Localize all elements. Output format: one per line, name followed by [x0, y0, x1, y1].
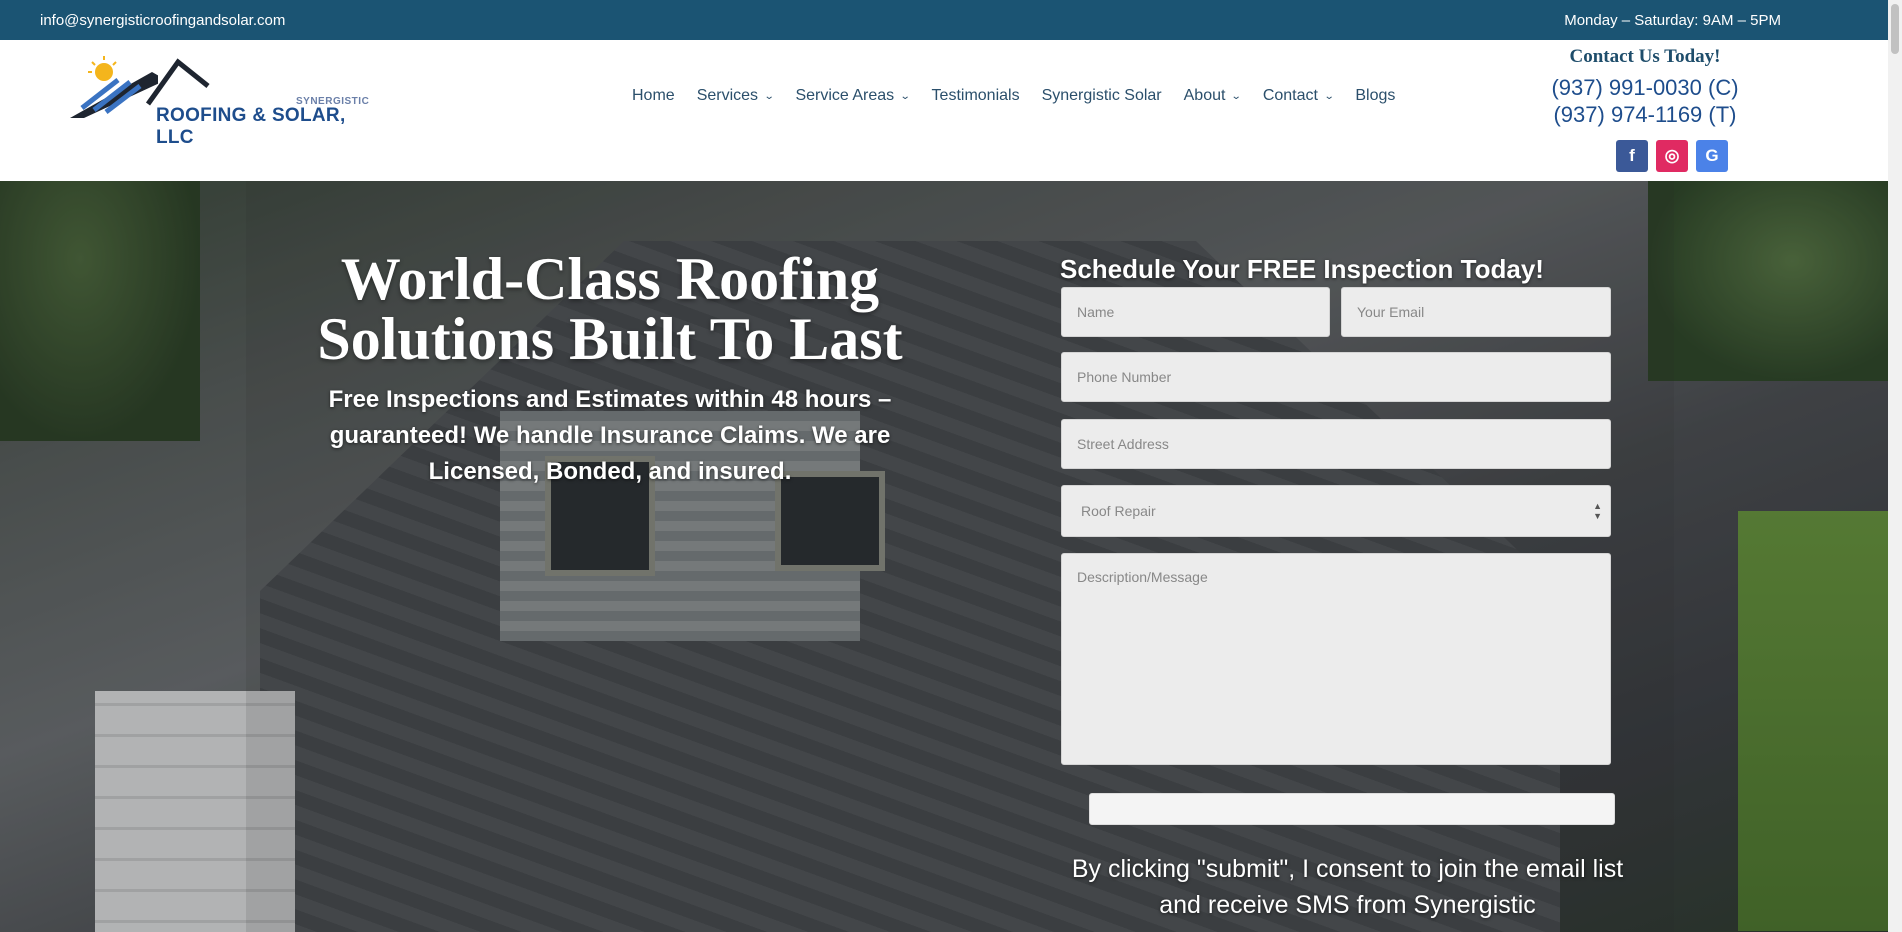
service-select[interactable]: Roof Repair ▲ ▼ [1061, 485, 1611, 537]
site-header: SYNERGISTIC ROOFING & SOLAR, LLC Home Se… [0, 40, 1888, 181]
nav-label: Synergistic Solar [1041, 87, 1162, 104]
nav-label: Home [632, 87, 675, 104]
nav-blogs[interactable]: Blogs [1355, 87, 1395, 105]
instagram-icon[interactable]: ◎ [1656, 140, 1688, 172]
nav-label: Blogs [1355, 87, 1396, 104]
select-arrows-icon: ▲ ▼ [1593, 501, 1602, 521]
street-address-input[interactable]: Street Address [1061, 419, 1611, 469]
business-hours: Monday – Saturday: 9AM – 5PM [1564, 12, 1781, 29]
main-nav: Home Services ⌄ Service Areas ⌄ Testimonia… [632, 87, 1417, 105]
email-input[interactable]: Your Email [1341, 287, 1611, 337]
facebook-icon[interactable]: f [1616, 140, 1648, 172]
nav-service-areas[interactable]: Service Areas ⌄ [795, 87, 911, 105]
phone-input[interactable]: Phone Number [1061, 352, 1611, 402]
header-contact: Contact Us Today! (937) 991-0030 (C) (93… [1530, 44, 1760, 128]
nav-synergistic-solar[interactable]: Synergistic Solar [1042, 87, 1162, 105]
nav-contact[interactable]: Contact ⌄ [1262, 87, 1335, 105]
hero-section: World-Class Roofing Solutions Built To L… [0, 181, 1888, 932]
chevron-down-icon: ⌄ [899, 90, 911, 102]
social-links: f ◎ G [1616, 140, 1728, 172]
google-icon[interactable]: G [1696, 140, 1728, 172]
top-bar: info@synergisticroofingandsolar.com Mond… [0, 0, 1888, 40]
form-title: Schedule Your FREE Inspection Today! [1060, 254, 1544, 284]
logo-roofline [145, 58, 210, 106]
nav-about[interactable]: About ⌄ [1183, 87, 1243, 105]
chevron-down-icon: ⌄ [1231, 90, 1243, 102]
nav-home[interactable]: Home [632, 87, 675, 105]
nav-label: About [1183, 87, 1226, 104]
nav-label: Contact [1262, 87, 1318, 104]
message-textarea[interactable]: Description/Message [1061, 553, 1611, 765]
chevron-down-icon: ⌄ [1323, 90, 1335, 102]
hero-subheadline: Free Inspections and Estimates within 48… [328, 386, 892, 485]
hero-headline: World-Class Roofing Solutions Built To L… [317, 246, 903, 372]
page-scrollbar[interactable] [1888, 0, 1902, 932]
logo-title: ROOFING & SOLAR, LLC [156, 105, 346, 148]
nav-services[interactable]: Services ⌄ [696, 87, 775, 105]
scrollbar-thumb[interactable] [1891, 4, 1899, 54]
service-select-value: Roof Repair [1081, 503, 1156, 519]
contact-cta: Contact Us Today! [1569, 46, 1721, 67]
phone-text-link[interactable]: (937) 974-1169 (T) [1530, 101, 1760, 128]
nav-label: Services [696, 87, 759, 104]
nav-testimonials[interactable]: Testimonials [932, 87, 1020, 105]
chevron-down-icon: ⌄ [763, 90, 775, 102]
phone-cell-link[interactable]: (937) 991-0030 (C) [1530, 74, 1760, 101]
consent-text: By clicking "submit", I consent to join … [1071, 855, 1624, 919]
submit-button[interactable] [1089, 793, 1615, 825]
logo[interactable]: SYNERGISTIC ROOFING & SOLAR, LLC [68, 52, 369, 148]
nav-label: Testimonials [931, 87, 1020, 104]
nav-label: Service Areas [795, 87, 895, 104]
name-input[interactable]: Name [1061, 287, 1330, 337]
email-link[interactable]: info@synergisticroofingandsolar.com [40, 12, 285, 29]
